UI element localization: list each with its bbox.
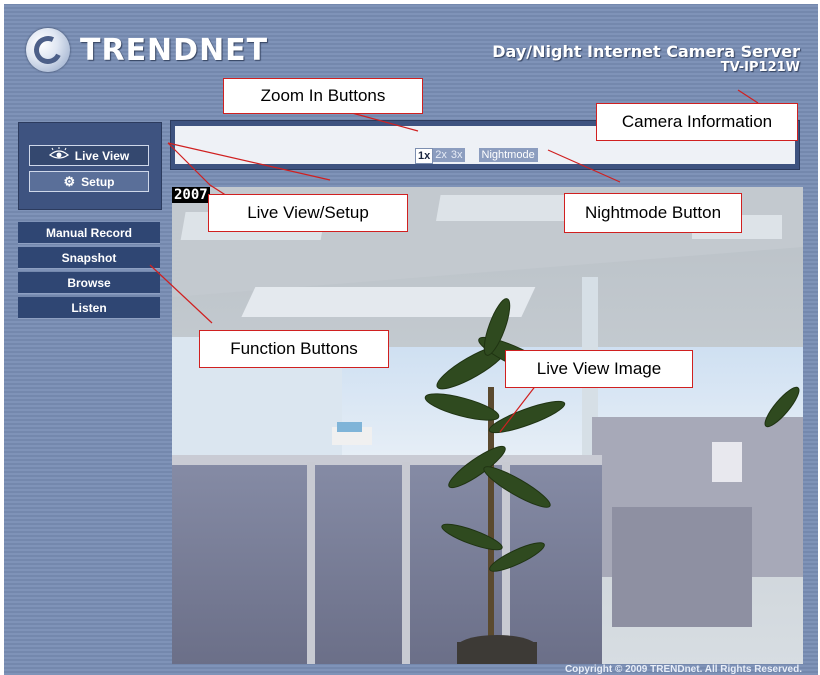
callout-line-functions	[149, 264, 213, 324]
callout-line-zoom	[351, 112, 419, 132]
callout-line-nightmode	[547, 149, 621, 183]
callout-camera-information: Camera Information	[596, 103, 798, 141]
callout-live-view-setup: Live View/Setup	[208, 194, 408, 232]
callout-line-liveview-b	[167, 142, 331, 181]
callout-function-buttons: Function Buttons	[199, 330, 389, 368]
callout-live-view-image: Live View Image	[505, 350, 693, 388]
callout-zoom-in-buttons: Zoom In Buttons	[223, 78, 423, 114]
callout-line-camera-info	[737, 89, 759, 104]
callout-nightmode-button: Nightmode Button	[564, 193, 742, 233]
